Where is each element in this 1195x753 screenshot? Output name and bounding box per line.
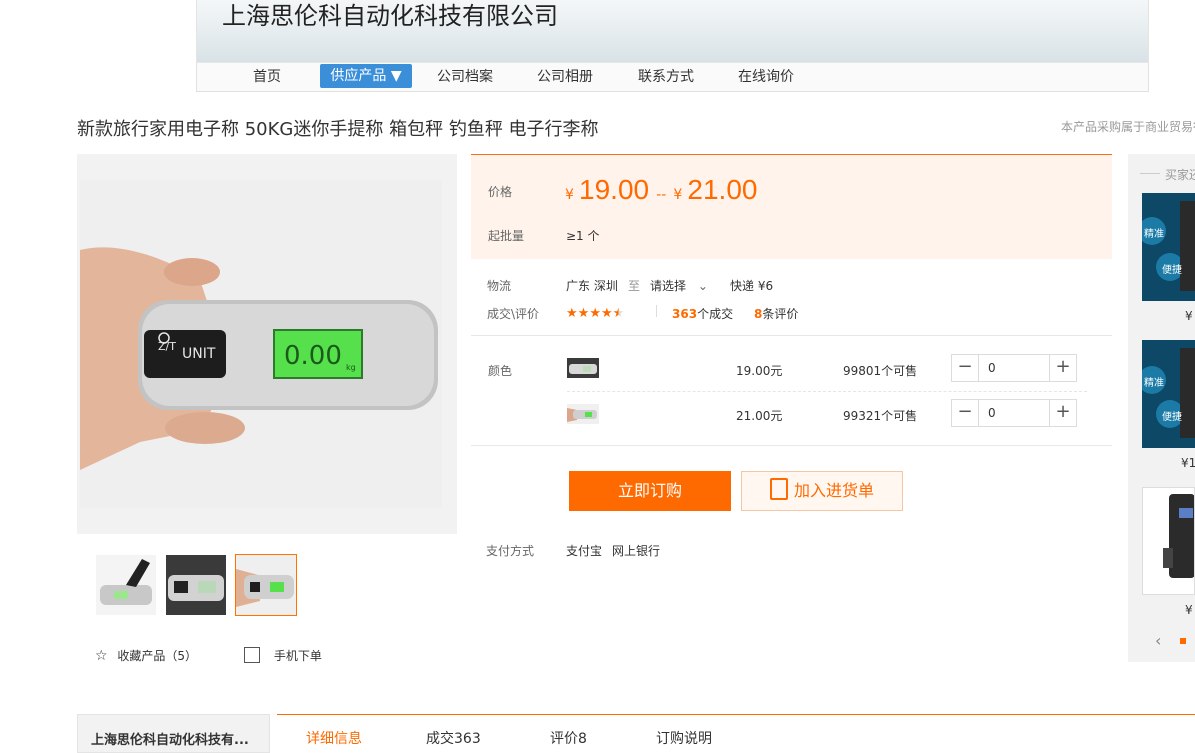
nav-products[interactable]: 供应产品 ▼	[320, 64, 412, 88]
deals-count: 363	[672, 307, 698, 321]
tab-deals[interactable]: 成交363	[426, 728, 481, 748]
related-price-3: ¥	[1185, 603, 1193, 617]
destination-select-label: 请选择	[650, 279, 687, 293]
half-star-icon: ★	[612, 306, 625, 321]
express-fee: 快递 ¥6	[730, 279, 774, 293]
deals-link[interactable]: 363个成交	[672, 305, 733, 322]
lcd-unit: kg	[346, 363, 356, 372]
star-icon: ★	[589, 306, 601, 321]
reviews-link[interactable]: 8条评价	[754, 305, 798, 322]
price-high: 21.00	[687, 174, 758, 205]
tab-details[interactable]: 详细信息	[306, 728, 362, 748]
nav-contact[interactable]: 联系方式	[638, 63, 694, 91]
badge-text: 便捷	[1162, 412, 1182, 423]
currency-symbol: ¥	[673, 187, 683, 203]
star-icon: ★	[577, 306, 590, 321]
main-product-image[interactable]: Z/T UNIT 0.00 kg	[80, 180, 442, 508]
moq-value: ≥1 个	[566, 229, 600, 243]
nav-company-album[interactable]: 公司相册	[537, 63, 593, 91]
nav-company-profile[interactable]: 公司档案	[437, 63, 493, 91]
divider	[567, 391, 1087, 392]
variant-1-quantity-stepper: − 0 +	[951, 354, 1077, 382]
ship-to-word: 至	[628, 279, 641, 293]
ship-from: 广东 深圳	[566, 279, 618, 293]
unit-button-label: UNIT	[182, 346, 216, 362]
star-outline-icon: ☆	[95, 648, 108, 664]
decrement-button[interactable]: −	[952, 355, 979, 381]
variant-2-price: 21.00元	[736, 409, 783, 423]
deals-reviews-label: 成交\评价	[487, 307, 540, 321]
nav-home[interactable]: 首页	[253, 63, 281, 91]
variant-1-price: 19.00元	[736, 364, 783, 378]
variant-2-quantity-stepper: − 0 +	[951, 399, 1077, 427]
favorite-product-link[interactable]: ☆ 收藏产品（5）	[95, 647, 197, 664]
related-product-3[interactable]	[1142, 487, 1195, 595]
lcd-reading: 0.00	[284, 341, 342, 371]
star-icon: ★	[566, 306, 578, 321]
detail-tabs	[277, 714, 1195, 752]
tab-reviews[interactable]: 评价8	[550, 728, 587, 748]
thumbnail-1[interactable]	[96, 555, 156, 615]
price-low: 19.00	[579, 174, 650, 205]
variant-1-stock: 99801个可售	[843, 364, 918, 378]
quantity-input[interactable]: 0	[988, 406, 996, 420]
badge-text: 精准	[1144, 378, 1164, 389]
divider	[656, 305, 657, 317]
badge-text: 精准	[1144, 229, 1164, 240]
decrement-button[interactable]: −	[952, 400, 979, 426]
trade-note: 本产品采购属于商业贸易行	[1061, 120, 1195, 134]
variant-2-image[interactable]	[567, 404, 599, 424]
price-range: ¥ 19.00 -- ¥ 21.00	[565, 174, 757, 206]
divider	[471, 335, 1112, 336]
company-name: 上海思伦科自动化科技有限公司	[222, 2, 558, 30]
destination-select[interactable]: 请选择 ⌄	[650, 277, 708, 294]
chevron-left-icon[interactable]: ‹	[1155, 631, 1161, 650]
related-price-1: ¥	[1185, 309, 1193, 323]
rating-stars: ★★★★★	[566, 302, 624, 321]
variant-2-stock: 99321个可售	[843, 409, 918, 423]
payment-label: 支付方式	[486, 544, 535, 558]
qr-code-icon	[244, 647, 260, 663]
price-label: 价格	[488, 185, 513, 199]
carousel-dot-active[interactable]	[1180, 638, 1186, 644]
divider	[471, 445, 1112, 446]
shop-name-short: 上海思伦科自动化科技有...	[91, 733, 249, 748]
increment-button[interactable]: +	[1049, 355, 1076, 381]
payment-bank: 网上银行	[612, 544, 661, 558]
payment-alipay: 支付宝	[566, 544, 603, 558]
color-label: 颜色	[488, 364, 513, 378]
currency-symbol: ¥	[565, 187, 574, 203]
chevron-down-icon: ⌄	[697, 279, 708, 293]
price-separator: --	[656, 187, 667, 203]
mobile-order-label: 手机下单	[273, 649, 322, 663]
tab-order-notes[interactable]: 订购说明	[656, 728, 712, 748]
review-text: 条评价	[762, 307, 799, 321]
nav-inquiry[interactable]: 在线询价	[738, 63, 794, 91]
increment-button[interactable]: +	[1049, 400, 1076, 426]
mobile-order-link[interactable]: 手机下单	[244, 647, 322, 664]
related-price-2: ¥1	[1181, 456, 1195, 470]
add-to-cart-button[interactable]: 加入进货单	[741, 471, 903, 511]
sidebar-title: 买家还	[1165, 168, 1195, 182]
divider	[1140, 173, 1160, 174]
badge-text: 便捷	[1162, 265, 1182, 276]
favorite-label: 收藏产品（5）	[117, 649, 198, 663]
related-product-2[interactable]: 精准 便捷	[1142, 340, 1195, 448]
related-product-1[interactable]: 精准 便捷	[1142, 193, 1195, 301]
deals-text: 个成交	[697, 307, 734, 321]
clipboard-icon	[769, 478, 788, 500]
thumbnail-2[interactable]	[166, 555, 226, 615]
variant-1-image[interactable]	[567, 358, 599, 378]
add-to-cart-label: 加入进货单	[793, 481, 874, 500]
quantity-input[interactable]: 0	[988, 361, 996, 375]
star-icon: ★	[600, 306, 613, 321]
logistics-label: 物流	[487, 279, 512, 293]
product-title: 新款旅行家用电子称 50KG迷你手提称 箱包秤 钓鱼秤 电子行李称	[77, 119, 599, 140]
thumbnail-3[interactable]	[235, 554, 297, 616]
buy-now-button[interactable]: 立即订购	[569, 471, 731, 511]
moq-label: 起批量	[488, 229, 525, 243]
